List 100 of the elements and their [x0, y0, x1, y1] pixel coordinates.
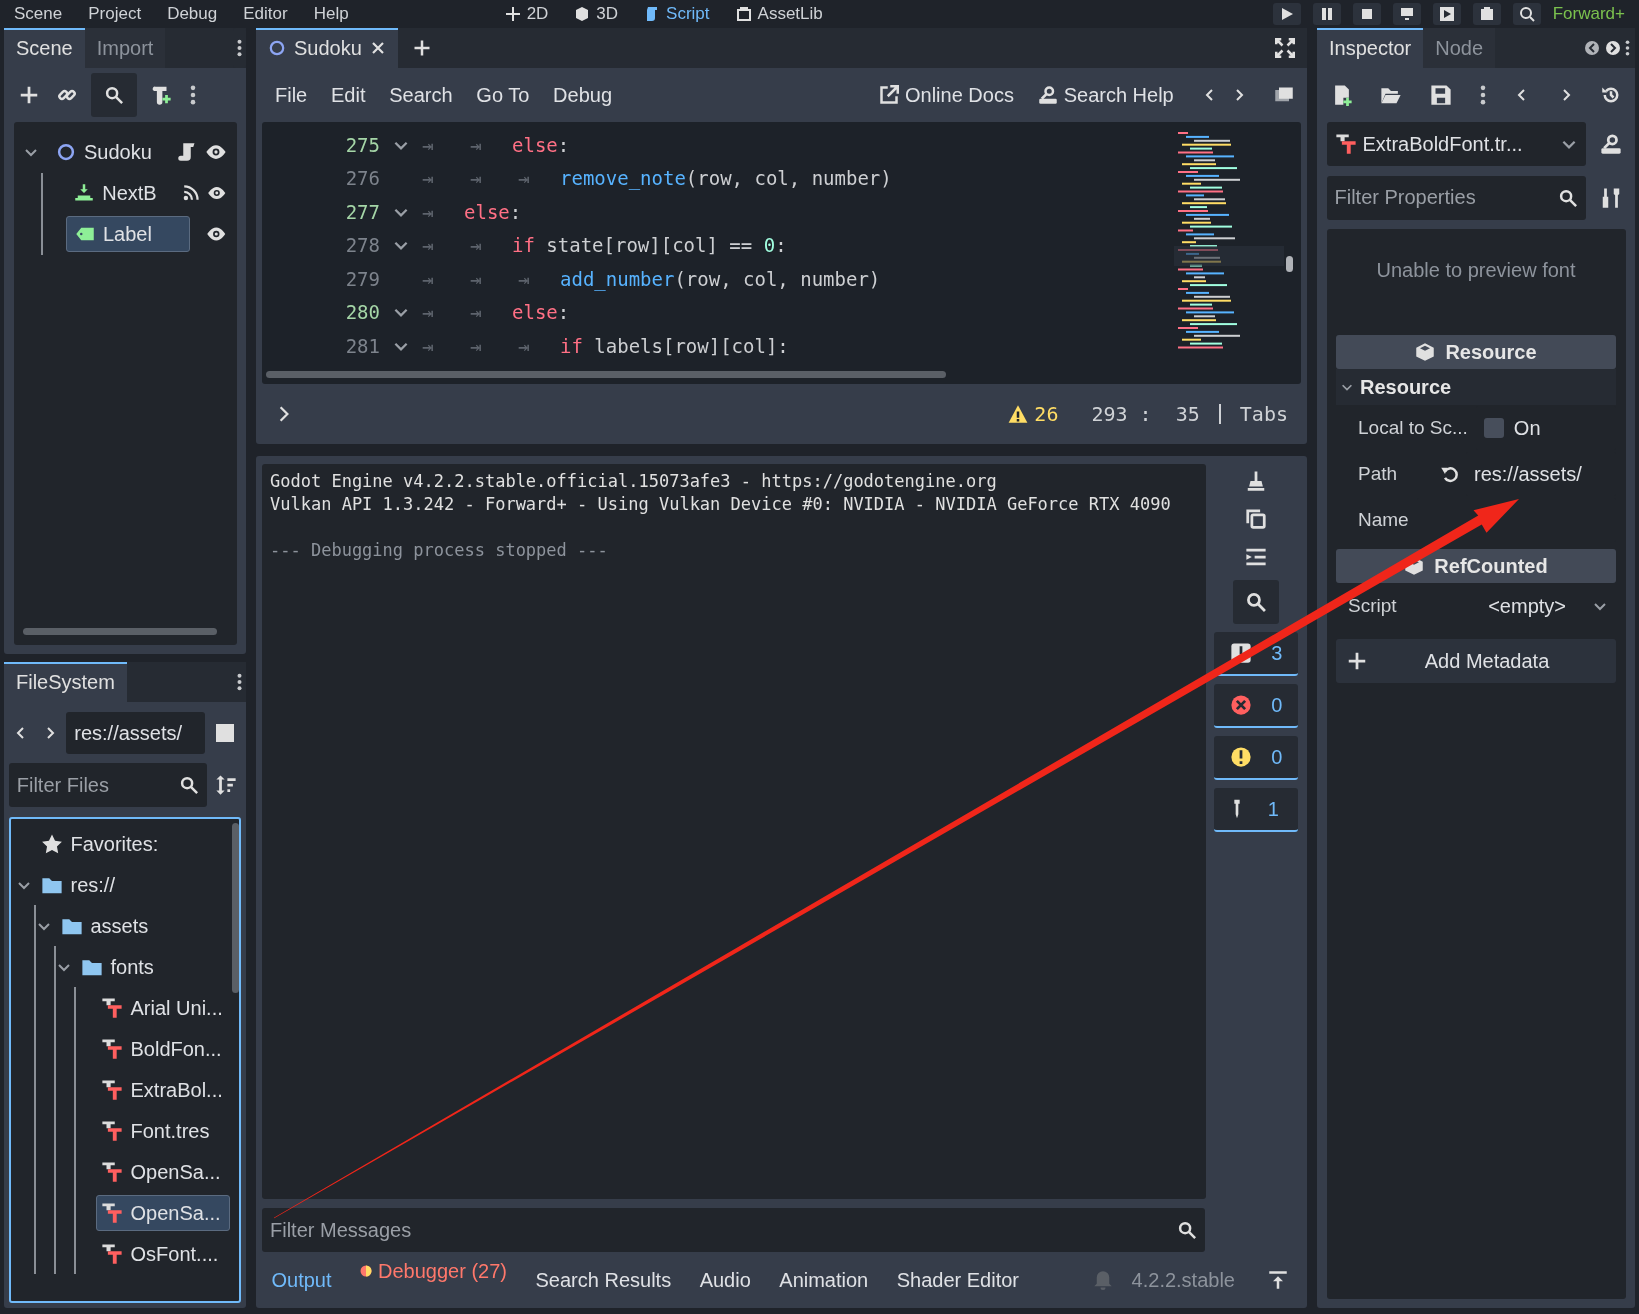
signal-icon[interactable]: [181, 183, 200, 203]
workspace-tab[interactable]: AssetLib: [735, 1, 823, 27]
doc-search-icon: [1599, 133, 1622, 155]
upload-icon: [1267, 1270, 1288, 1290]
filter-toggle[interactable]: 0: [1214, 736, 1298, 780]
file-tree-item[interactable]: OpenSa...: [95, 1153, 230, 1190]
add-metadata-button[interactable]: Add Metadata: [1336, 638, 1616, 683]
resource-dropdown[interactable]: ExtraBoldFont.tr...: [1326, 122, 1586, 166]
menu-item[interactable]: Go To: [466, 80, 539, 110]
file-tree-item[interactable]: res://: [35, 866, 124, 903]
help-link[interactable]: Online Docs: [869, 80, 1024, 110]
play-scene-icon[interactable]: [1432, 3, 1461, 25]
filter-toggle[interactable]: 0: [1214, 684, 1298, 728]
bottom-panel-tab[interactable]: Audio: [699, 1265, 751, 1295]
help-link[interactable]: Search Help: [1028, 80, 1184, 110]
file-tree-item[interactable]: Favorites:: [35, 825, 168, 862]
font-icon: [100, 1242, 123, 1265]
dock-tab[interactable]: Inspector: [1317, 28, 1424, 68]
file-tree-item[interactable]: ExtraBol...: [95, 1071, 232, 1108]
magnifier-icon[interactable]: [1512, 3, 1541, 25]
tab-marker: ⇥: [469, 166, 483, 191]
workspace-tab[interactable]: 2D: [504, 1, 549, 27]
search-icon[interactable]: [1233, 580, 1279, 624]
file-tree-item[interactable]: BoldFon...: [95, 1030, 231, 1067]
bottom-panel-tab[interactable]: Shader Editor: [896, 1265, 1020, 1295]
menu-item[interactable]: Project: [88, 1, 142, 27]
scrollbar-thumb[interactable]: [1286, 256, 1293, 272]
font-icon: [100, 1078, 123, 1101]
script-icon[interactable]: [177, 142, 197, 162]
line-number: 277: [344, 199, 380, 225]
file-tab[interactable]: Sudoku: [256, 28, 398, 68]
section-header: Resource: [1336, 335, 1616, 369]
search-icon[interactable]: [90, 73, 137, 117]
status-dot-icon: [360, 1264, 373, 1277]
monitor-icon[interactable]: [1392, 3, 1421, 25]
menu-item[interactable]: Edit: [321, 80, 375, 110]
file-tree-item[interactable]: assets: [55, 907, 158, 944]
script-dropdown[interactable]: <empty>: [1404, 584, 1616, 628]
line-number: 275: [344, 132, 380, 158]
bottom-panel-tab[interactable]: Animation: [779, 1265, 869, 1295]
dock-tab[interactable]: Scene: [4, 28, 85, 68]
more-icon[interactable]: [1625, 40, 1631, 56]
star-icon: [40, 832, 63, 855]
file-tree-item[interactable]: OpenSa...: [95, 1194, 230, 1231]
property-group[interactable]: Resource: [1336, 369, 1616, 405]
file-tree-item[interactable]: Font.tres: [95, 1112, 219, 1149]
dock-tab[interactable]: FileSystem: [4, 662, 127, 702]
pause-icon[interactable]: [1312, 3, 1341, 25]
file-tree-item[interactable]: fonts: [75, 948, 163, 985]
external-link-icon: [879, 85, 899, 105]
bottom-panel-tab[interactable]: Search Results: [535, 1265, 672, 1295]
font-icon: [1334, 133, 1357, 155]
font-icon: [100, 1037, 123, 1060]
code-text: else:: [464, 199, 522, 225]
workspace-tab[interactable]: Script: [644, 1, 710, 27]
clipboard-icon[interactable]: [1472, 3, 1501, 25]
menu-item[interactable]: Debug: [543, 80, 622, 110]
scene-tree-item[interactable]: NextB: [65, 175, 166, 211]
preview-message: Unable to preview font: [1375, 258, 1577, 283]
stop-icon[interactable]: [1352, 3, 1381, 25]
path-field[interactable]: res://assets/: [66, 711, 205, 754]
menu-item[interactable]: File: [265, 80, 317, 110]
script-add-icon: [150, 84, 172, 106]
filter-field[interactable]: Filter Properties: [1326, 175, 1586, 220]
code-text: if state[row][col] == 0:: [512, 233, 787, 258]
menu-item[interactable]: Editor: [243, 1, 288, 27]
bottom-panel-tab[interactable]: Debugger (27): [360, 1255, 507, 1286]
dock-tab[interactable]: Import: [84, 28, 166, 68]
tab-marker: ⇥: [517, 166, 531, 191]
code-text: else:: [512, 300, 570, 325]
bottom-panel-tab[interactable]: Output: [271, 1265, 332, 1295]
play-icon[interactable]: [1272, 3, 1301, 25]
menu-item[interactable]: Debug: [167, 1, 218, 27]
scene-tree-item[interactable]: Label: [65, 216, 191, 252]
workspace-tab[interactable]: 3D: [574, 1, 619, 27]
filter-field[interactable]: Filter Files: [8, 763, 207, 807]
file-tree-item[interactable]: Arial Uni...: [95, 989, 232, 1026]
next-icon[interactable]: [1604, 40, 1621, 56]
menu-item[interactable]: Search: [379, 80, 463, 110]
previous-icon[interactable]: [1583, 40, 1600, 56]
close-icon[interactable]: [369, 40, 386, 56]
menu-item[interactable]: Scene: [14, 1, 63, 27]
scene-tree-item[interactable]: Sudoku: [47, 134, 161, 170]
revert-icon[interactable]: [1440, 464, 1460, 484]
box-icon: [735, 6, 752, 22]
file-tree-item[interactable]: OsFont....: [95, 1235, 228, 1272]
cross-icon: [504, 6, 521, 22]
menu-item[interactable]: Help: [313, 1, 349, 27]
filter-toggle[interactable]: 1: [1214, 788, 1298, 832]
warnings-count[interactable]: 26: [1008, 399, 1059, 429]
line-number: 280: [344, 300, 380, 325]
dock-tab[interactable]: Node: [1423, 28, 1496, 68]
renderer-dropdown[interactable]: Forward+: [1552, 1, 1625, 27]
tab-marker: ⇥: [421, 300, 435, 325]
scrollbar-thumb[interactable]: [231, 823, 239, 994]
tab-marker: ⇥: [469, 300, 483, 325]
tab-marker: ⇥: [469, 233, 483, 258]
filter-field[interactable]: Filter Messages: [262, 1208, 1205, 1252]
scrollbar-thumb[interactable]: [23, 628, 217, 635]
scrollbar-thumb[interactable]: [266, 371, 946, 378]
